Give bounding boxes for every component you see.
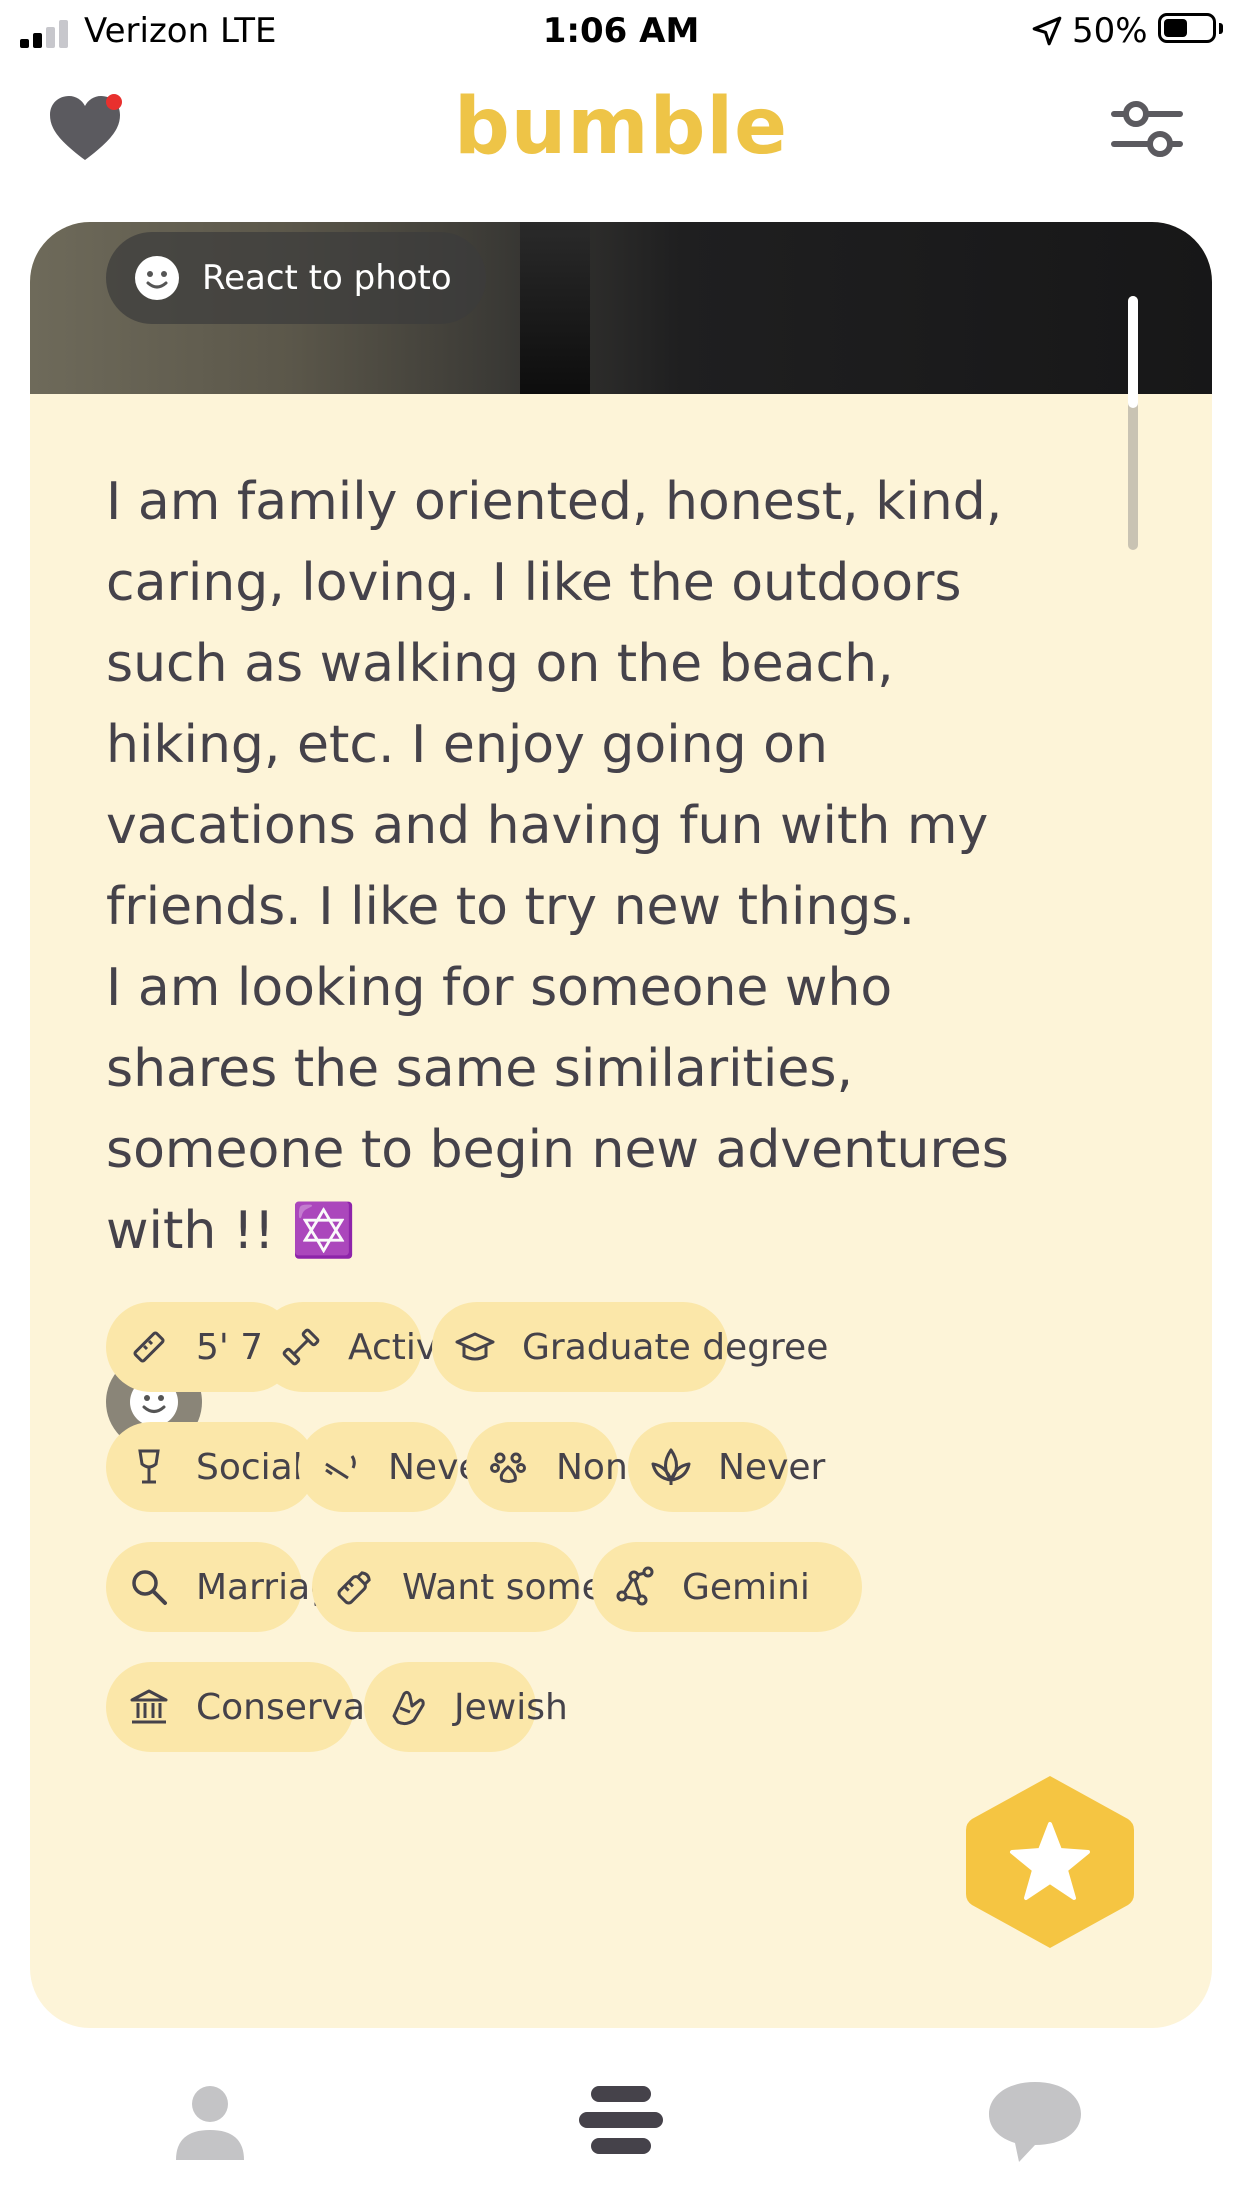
baby-bottle-icon <box>337 1571 371 1605</box>
bio-line: vacations and having fun with my <box>106 796 989 856</box>
constellation-icon <box>616 1566 654 1606</box>
scrollbar-thumb[interactable] <box>1128 296 1138 408</box>
react-to-photo-label: React to photo <box>202 258 452 298</box>
people-stack-icon[interactable] <box>561 2060 681 2180</box>
magnifier-icon <box>132 1570 167 1605</box>
cigarette-icon <box>325 1455 356 1480</box>
smiley-icon <box>135 256 179 300</box>
profile-card[interactable]: React to photo I am family oriented, hon… <box>30 222 1212 2028</box>
bio-line: such as walking on the beach, <box>106 634 894 694</box>
top-navigation: bumble <box>0 64 1242 214</box>
app-logo: bumble <box>453 82 789 172</box>
profile-badge: Conservative <box>106 1662 433 1752</box>
bio-line: friends. I like to try new things. <box>106 877 915 937</box>
filter-icon[interactable] <box>1110 94 1184 164</box>
battery-tip <box>1219 23 1223 34</box>
ruler-icon <box>133 1331 165 1363</box>
profile-badge-label: Gemini <box>682 1567 810 1608</box>
location-arrow-icon <box>1032 16 1062 46</box>
government-icon <box>130 1689 168 1724</box>
profile-badge: Want someday <box>312 1542 670 1632</box>
photo-detail <box>520 222 590 394</box>
paw-icon <box>490 1452 526 1483</box>
profile-badge: Gemini <box>592 1542 862 1632</box>
battery-percentage: 50% <box>1072 11 1148 51</box>
status-bar: Verizon LTE 1:06 AM 50% <box>0 0 1242 64</box>
profile-badge: Graduate degree <box>432 1302 828 1392</box>
dumbbell-icon <box>282 1328 320 1366</box>
profile-badge: Marriage <box>106 1542 355 1632</box>
bio-line: I am looking for someone who <box>106 958 893 1018</box>
graduation-cap-icon <box>455 1332 495 1361</box>
bio-line: someone to begin new adventures <box>106 1120 1009 1180</box>
bio-line: I am family oriented, honest, kind, <box>106 472 1003 532</box>
profile-badge: Never <box>628 1422 825 1512</box>
profile-badge: Jewish <box>364 1662 568 1752</box>
profile-badge: Never <box>298 1422 495 1512</box>
bottom-tab-bar <box>0 2060 1242 2208</box>
bio-line: with !! ✡️ <box>106 1201 356 1261</box>
bio-line: caring, loving. I like the outdoors <box>106 553 962 613</box>
profile-badge-label: Graduate degree <box>522 1327 829 1368</box>
profile-badge: Active <box>258 1302 459 1392</box>
bio-line: hiking, etc. I enjoy going on <box>106 715 828 775</box>
bio-line: shares the same similarities, <box>106 1039 853 1099</box>
profile-bio: I am family oriented, honest, kind, carin… <box>106 462 1166 1272</box>
profile-badge: None <box>466 1422 650 1512</box>
leaf-icon <box>651 1448 691 1485</box>
praying-hands-icon <box>392 1690 425 1726</box>
battery-icon <box>1158 13 1216 43</box>
profile-icon[interactable] <box>150 2060 270 2180</box>
chat-bubble-icon[interactable] <box>975 2060 1095 2180</box>
profile-badge-label: Jewish <box>454 1687 568 1728</box>
profile-badge-label: Never <box>718 1447 826 1488</box>
react-to-photo-button[interactable]: React to photo <box>106 232 486 324</box>
profile-badge: Socially <box>106 1422 334 1512</box>
wine-glass-icon <box>138 1449 160 1484</box>
superswipe-button[interactable] <box>964 1772 1136 1952</box>
